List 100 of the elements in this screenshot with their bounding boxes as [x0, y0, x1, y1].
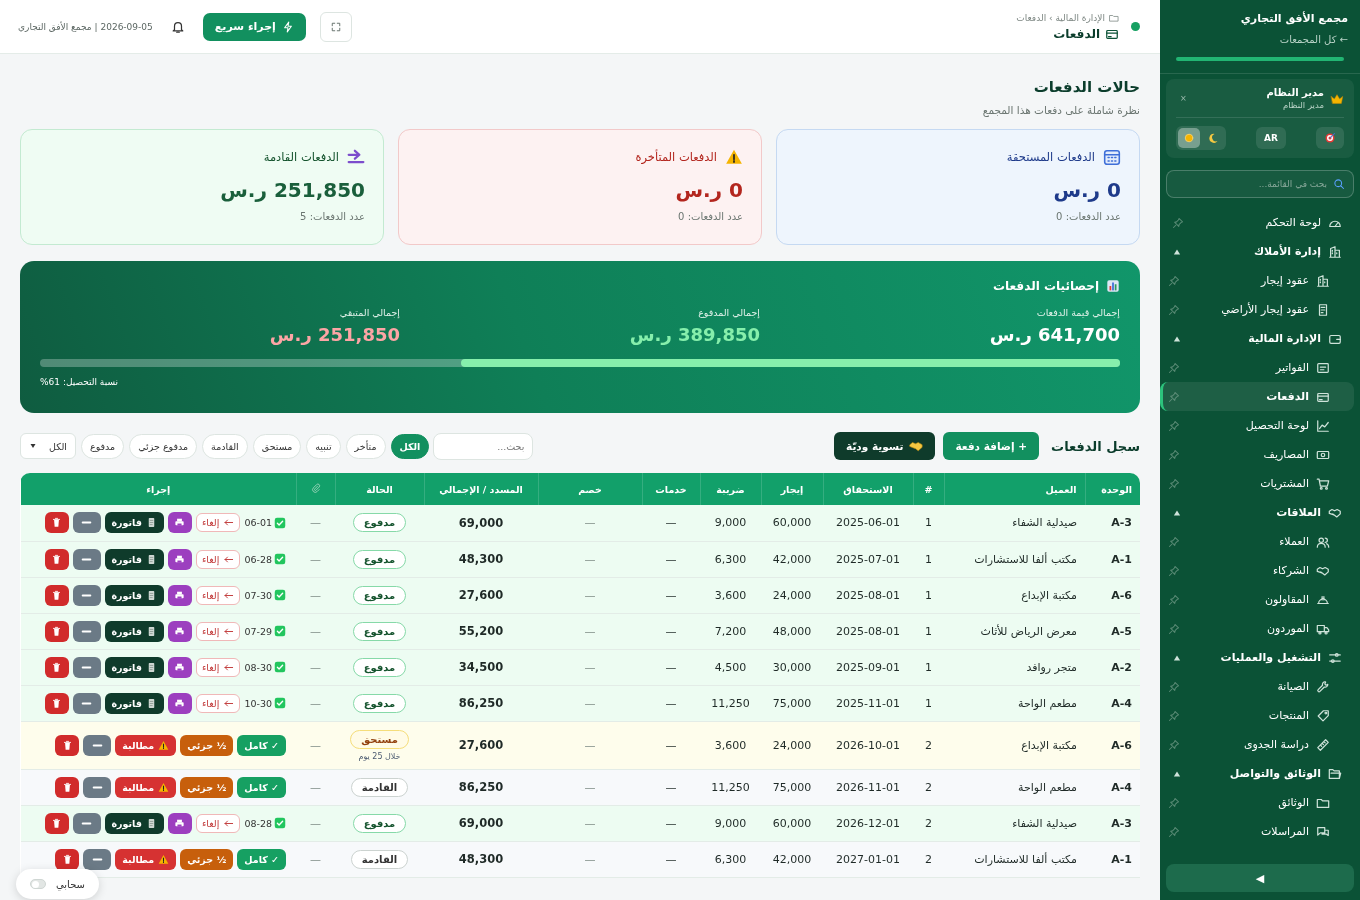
nav-item[interactable]: المقاولون [1166, 585, 1354, 614]
stat-value: 389,850 ر.س [628, 324, 760, 345]
nav-item[interactable]: الصيانة [1166, 672, 1354, 701]
quick-action-button[interactable]: إجراء سريع [202, 12, 306, 41]
invoice-button[interactable]: فاتورة [104, 620, 164, 642]
status-tag: مدفوع [352, 621, 407, 641]
invoice-button[interactable]: فاتورة [104, 548, 164, 570]
nav-item[interactable]: المنتجات [1166, 701, 1354, 730]
search-field[interactable]: بحث... [433, 432, 534, 460]
invoice-button[interactable]: فاتورة [104, 584, 164, 606]
filter-dropdown[interactable]: الكل [20, 433, 76, 459]
card-amount: 0 ر.س [674, 178, 743, 202]
column-header: إجراء [20, 473, 296, 505]
table-cell: 2026-12-01 [823, 805, 913, 841]
nav-item[interactable]: الفواتير [1166, 353, 1354, 382]
nav-group[interactable]: التشغيل والعمليات [1166, 643, 1354, 672]
paid-date: 07-30 [244, 589, 272, 601]
table-cell: 42,000 [761, 841, 823, 877]
column-header: العميل [944, 473, 1085, 505]
table-cell: — [296, 721, 335, 769]
nav-item[interactable]: المشتريات [1166, 469, 1354, 498]
nav-item[interactable]: العملاء [1166, 527, 1354, 556]
table-cell: — [538, 649, 642, 685]
cancel-button[interactable]: إلغاء [195, 693, 241, 713]
nav-item[interactable]: لوحة التحصيل [1166, 411, 1354, 440]
cloud-sync-toast[interactable]: سحابي [16, 869, 99, 899]
table-cell: 2025-06-01 [823, 505, 913, 541]
status-tag: مدفوع [352, 693, 407, 713]
card-title: الدفعات القادمة [263, 150, 339, 164]
cancel-button[interactable]: إلغاء [195, 549, 241, 569]
cancel-button[interactable]: إلغاء [195, 513, 241, 533]
filter-chip[interactable]: متأخر [345, 433, 386, 459]
table-cell: 2027-01-01 [823, 841, 913, 877]
sidebar-title: مجمع الأفق التجاري [1239, 12, 1348, 25]
column-header: الحالة [335, 473, 424, 505]
invoice-button[interactable]: فاتورة [104, 692, 164, 714]
table-cell: — [296, 685, 335, 721]
filter-chip[interactable]: مدفوع [81, 433, 125, 459]
table-cell: — [296, 505, 335, 541]
cancel-button[interactable]: إلغاء [195, 657, 241, 677]
table-cell: 24,000 [761, 721, 823, 769]
partial-payment-button[interactable]: ½ جزئي [180, 776, 234, 798]
nav-group[interactable]: الإدارة المالية [1166, 324, 1354, 353]
invoice-button[interactable]: فاتورة [104, 812, 164, 834]
nav-item[interactable]: دراسة الجدوى [1166, 730, 1354, 759]
nav-item[interactable]: المراسلات [1166, 817, 1354, 846]
table-cell: — [642, 505, 700, 541]
invoice-button[interactable]: فاتورة [104, 512, 164, 534]
nav-group[interactable]: إدارة الأملاك [1166, 237, 1354, 266]
nav-group[interactable]: الوثائق والتواصل [1166, 759, 1354, 788]
add-payment-button[interactable]: + إضافة دفعة [943, 432, 1040, 460]
nav-group[interactable]: العلاقات [1166, 498, 1354, 527]
status-tag: مدفوع [352, 657, 407, 677]
table-cell: معرض الرياض للأثاث [944, 613, 1085, 649]
nav-item[interactable]: الدفعات [1160, 382, 1354, 411]
date-info: 2026-09-05 | مجمع الأفق التجاري [18, 21, 153, 32]
table-cell: — [538, 841, 642, 877]
collapse-button[interactable]: ◀ [1166, 864, 1354, 892]
nav-item[interactable]: الموردون [1166, 614, 1354, 643]
table-cell: 11,250 [700, 685, 761, 721]
back-link[interactable]: ← كل المجمعات [1172, 34, 1348, 45]
table-cell: — [538, 769, 642, 805]
nav-item[interactable]: لوحة التحكم [1166, 208, 1354, 237]
filter-chip[interactable]: القادمة [202, 433, 248, 459]
table-cell: A-6 [1085, 721, 1140, 769]
nav-item[interactable]: عقود إيجار الأراضي [1166, 295, 1354, 324]
table-cell: 30,000 [761, 649, 823, 685]
filter-chip[interactable]: الكل [390, 433, 430, 459]
table-cell: — [538, 685, 642, 721]
filter-chip[interactable]: مدفوع جزئي [129, 433, 198, 459]
table-cell: 60,000 [761, 805, 823, 841]
paid-date: 06-28 [244, 553, 272, 565]
settlement-button[interactable]: تسوية وديّة [834, 432, 936, 460]
table-cell: 2025-08-01 [823, 613, 913, 649]
filter-chip[interactable]: تنبيه [306, 433, 341, 459]
table-cell: 24,000 [761, 577, 823, 613]
table-cell: 48,300 [424, 541, 538, 577]
cancel-button[interactable]: إلغاء [195, 813, 241, 833]
table-cell: مكتب ألفا للاستشارات [944, 841, 1085, 877]
nav-item[interactable]: الشركاء [1166, 556, 1354, 585]
table-cell: 1 [913, 685, 944, 721]
nav-item[interactable]: الوثائق [1166, 788, 1354, 817]
nav-item[interactable]: المصاريف [1166, 440, 1354, 469]
invoice-button[interactable]: فاتورة [104, 656, 164, 678]
nav-item[interactable]: عقود إيجار [1166, 266, 1354, 295]
partial-payment-button[interactable]: ½ جزئي [180, 734, 234, 756]
claim-button[interactable]: مطالبة [115, 848, 177, 870]
close-button[interactable]: × [1176, 94, 1191, 103]
cancel-button[interactable]: إلغاء [195, 585, 241, 605]
partial-payment-button[interactable]: ½ جزئي [180, 848, 234, 870]
cancel-button[interactable]: إلغاء [195, 621, 241, 641]
stat-value: 251,850 ر.س [268, 324, 400, 345]
claim-button[interactable]: مطالبة [115, 734, 177, 756]
stat-value: 641,700 ر.س [988, 324, 1120, 345]
filter-chip[interactable]: مستحق [252, 433, 302, 459]
column-header: ضريبة [700, 473, 761, 505]
language-button[interactable]: AR [1256, 127, 1286, 149]
status-note: خلال 25 يوم [357, 751, 402, 761]
claim-button[interactable]: مطالبة [115, 776, 177, 798]
table-cell: 2 [913, 721, 944, 769]
